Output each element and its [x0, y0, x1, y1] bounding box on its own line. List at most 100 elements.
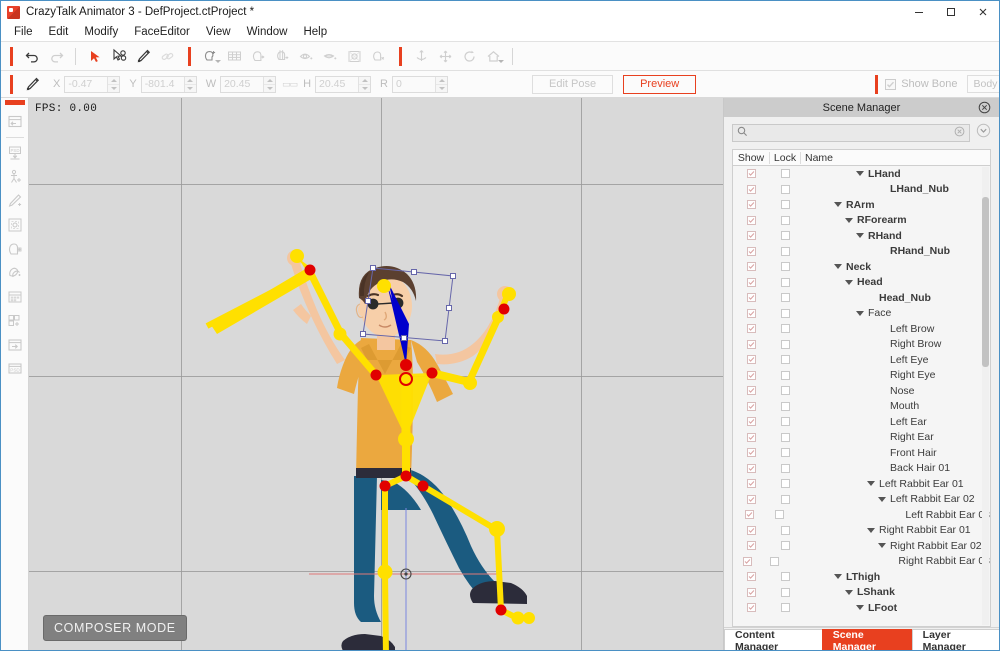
- height-field[interactable]: [315, 75, 372, 93]
- tree-item-name-cell[interactable]: Left Rabbit Ear 01: [801, 478, 990, 490]
- tree-item-name-cell[interactable]: Right Ear: [801, 431, 990, 443]
- expand-triangle-icon[interactable]: [878, 496, 886, 502]
- search-box[interactable]: [732, 124, 970, 142]
- y-field[interactable]: [140, 75, 197, 93]
- tree-item-name-cell[interactable]: Head: [801, 276, 990, 288]
- menu-item-file[interactable]: File: [6, 25, 41, 39]
- table-row[interactable]: Back Hair 01: [733, 461, 990, 477]
- lock-checkbox[interactable]: [769, 184, 801, 194]
- edit-pose-button[interactable]: Edit Pose: [532, 74, 614, 94]
- x-input[interactable]: [65, 76, 108, 92]
- remove-face-button[interactable]: [366, 45, 390, 67]
- expand-triangle-icon[interactable]: [878, 543, 886, 549]
- ltool-psd-export[interactable]: PSD: [3, 357, 27, 381]
- table-row[interactable]: Left Rabbit Ear 02: [733, 492, 990, 508]
- menu-item-modify[interactable]: Modify: [76, 25, 126, 39]
- table-row[interactable]: Neck: [733, 259, 990, 275]
- show-checkbox[interactable]: [733, 494, 769, 504]
- lock-checkbox[interactable]: [769, 541, 801, 551]
- tree-item-name-cell[interactable]: Right Eye: [801, 369, 990, 381]
- table-row[interactable]: Mouth: [733, 399, 990, 415]
- menu-item-edit[interactable]: Edit: [41, 25, 77, 39]
- sprite-editor-button[interactable]: [222, 45, 246, 67]
- scene-tree[interactable]: LHand LHand_Nub RArm RForearm RHand RHand_Nub…: [732, 166, 991, 627]
- expand-triangle-icon[interactable]: [834, 264, 842, 270]
- face-puppet-button[interactable]: [270, 45, 294, 67]
- expand-triangle-icon[interactable]: [834, 574, 842, 580]
- face-setup-button[interactable]: [246, 45, 270, 67]
- show-checkbox[interactable]: [733, 479, 769, 489]
- chain-link-icon[interactable]: ▭▭: [282, 79, 298, 90]
- table-row[interactable]: Left Rabbit Ear 03: [733, 507, 990, 523]
- undo-button[interactable]: [20, 45, 44, 67]
- home-view-button[interactable]: [481, 45, 505, 67]
- show-checkbox[interactable]: [733, 510, 765, 520]
- lock-checkbox[interactable]: [762, 556, 788, 566]
- table-row[interactable]: Left Eye: [733, 352, 990, 368]
- show-checkbox[interactable]: [733, 463, 769, 473]
- close-circle-icon[interactable]: [978, 101, 991, 119]
- show-checkbox[interactable]: [733, 293, 769, 303]
- link-tool-button[interactable]: [155, 45, 179, 67]
- search-input[interactable]: [752, 126, 950, 140]
- table-row[interactable]: Face: [733, 306, 990, 322]
- lock-checkbox[interactable]: [769, 494, 801, 504]
- ltool-sprite-grid[interactable]: [3, 285, 27, 309]
- lock-checkbox[interactable]: [769, 370, 801, 380]
- x-field[interactable]: [64, 75, 121, 93]
- tree-item-name-cell[interactable]: Right Brow: [801, 338, 990, 350]
- eye-setup-button[interactable]: [294, 45, 318, 67]
- expand-triangle-icon[interactable]: [856, 310, 864, 316]
- show-checkbox[interactable]: [733, 184, 769, 194]
- minimize-button[interactable]: [903, 1, 935, 23]
- preview-button[interactable]: Preview: [623, 74, 697, 94]
- table-row[interactable]: Left Ear: [733, 414, 990, 430]
- tree-item-name-cell[interactable]: Left Eye: [801, 354, 990, 366]
- show-checkbox[interactable]: [733, 432, 769, 442]
- menu-item-window[interactable]: Window: [239, 25, 296, 39]
- lock-checkbox[interactable]: [769, 386, 801, 396]
- expand-triangle-icon[interactable]: [867, 527, 875, 533]
- show-checkbox[interactable]: [733, 448, 769, 458]
- tree-item-name-cell[interactable]: Nose: [801, 385, 990, 397]
- lock-checkbox[interactable]: [769, 231, 801, 241]
- show-checkbox[interactable]: [733, 355, 769, 365]
- lock-checkbox[interactable]: [769, 246, 801, 256]
- expand-triangle-icon[interactable]: [867, 481, 875, 487]
- redo-button[interactable]: [44, 45, 68, 67]
- lock-checkbox[interactable]: [769, 417, 801, 427]
- tree-item-name-cell[interactable]: RForearm: [801, 214, 990, 226]
- table-row[interactable]: RHand: [733, 228, 990, 244]
- table-row[interactable]: Right Rabbit Ear 03: [733, 554, 990, 570]
- lock-checkbox[interactable]: [769, 262, 801, 272]
- table-row[interactable]: Right Rabbit Ear 02: [733, 538, 990, 554]
- rotation-field[interactable]: [392, 75, 448, 93]
- ltool-bone-editor[interactable]: [3, 189, 27, 213]
- ltool-sprite-editor[interactable]: [3, 213, 27, 237]
- tree-item-name-cell[interactable]: RArm: [801, 199, 990, 211]
- table-row[interactable]: RHand_Nub: [733, 244, 990, 260]
- show-checkbox[interactable]: [733, 200, 769, 210]
- height-input[interactable]: [316, 76, 359, 92]
- show-checkbox[interactable]: [733, 215, 769, 225]
- lock-checkbox[interactable]: [769, 293, 801, 303]
- rotation-stepper[interactable]: [435, 76, 447, 92]
- tree-item-name-cell[interactable]: LHand_Nub: [801, 183, 990, 195]
- lock-checkbox[interactable]: [769, 587, 801, 597]
- show-checkbox[interactable]: [733, 324, 769, 334]
- menu-item-help[interactable]: Help: [295, 25, 335, 39]
- expand-triangle-icon[interactable]: [845, 217, 853, 223]
- select-tool-button[interactable]: [83, 45, 107, 67]
- lock-checkbox[interactable]: [769, 432, 801, 442]
- mouth-setup-button[interactable]: [318, 45, 342, 67]
- lock-checkbox[interactable]: [769, 355, 801, 365]
- lock-checkbox[interactable]: [769, 215, 801, 225]
- lock-checkbox[interactable]: [769, 401, 801, 411]
- table-row[interactable]: Nose: [733, 383, 990, 399]
- ltool-face-fitting[interactable]: [3, 261, 27, 285]
- lock-checkbox[interactable]: [769, 308, 801, 318]
- tree-item-name-cell[interactable]: Right Rabbit Ear 01: [801, 524, 990, 536]
- lock-checkbox[interactable]: [769, 572, 801, 582]
- table-row[interactable]: Front Hair: [733, 445, 990, 461]
- table-row[interactable]: Right Eye: [733, 368, 990, 384]
